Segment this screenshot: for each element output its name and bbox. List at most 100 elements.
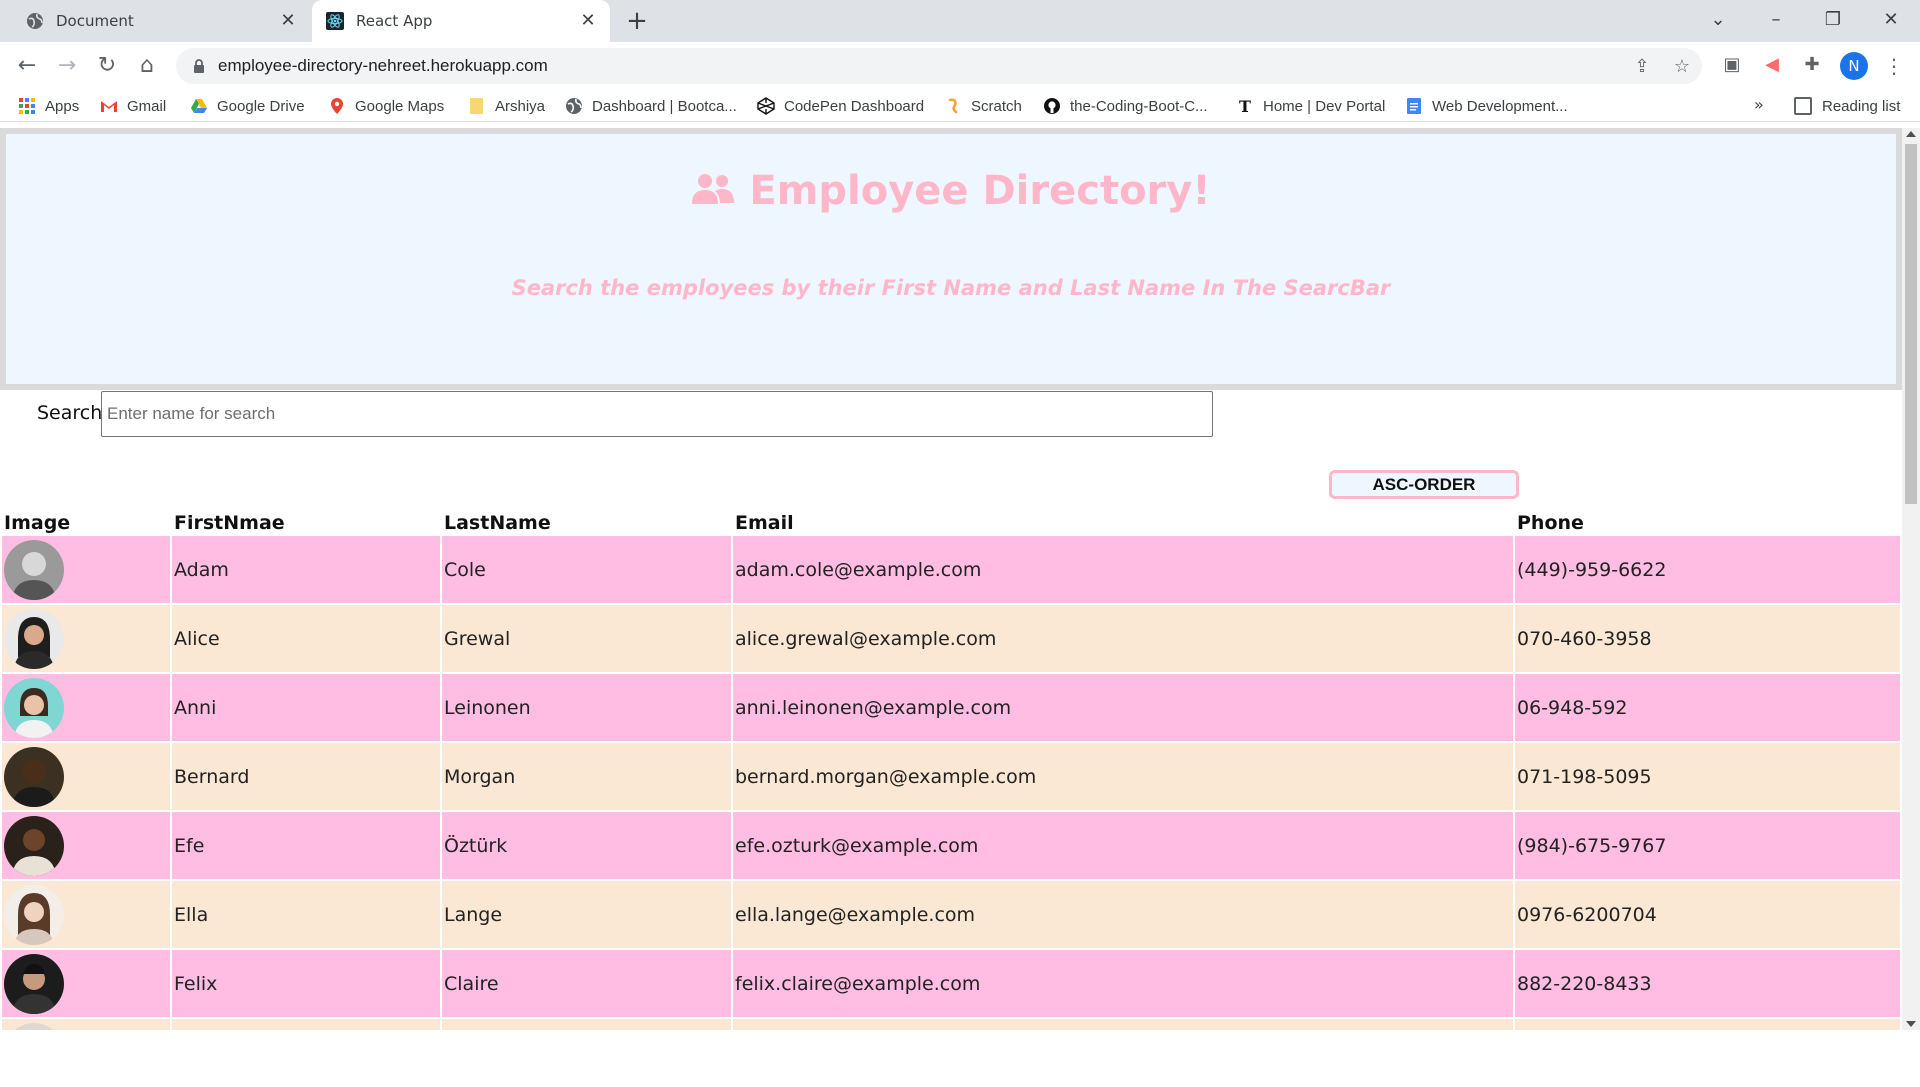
reading-list-button[interactable]: Reading list bbox=[1794, 95, 1900, 117]
first-name-cell: Ella bbox=[172, 881, 440, 948]
phone-cell: 071-198-5095 bbox=[1515, 743, 1900, 810]
table-header-row: Image FirstNmae LastName Email Phone bbox=[2, 504, 1900, 534]
bookmark-gmail[interactable]: Gmail bbox=[100, 95, 166, 117]
page-subtitle: Search the employees by their First Name… bbox=[511, 276, 1391, 300]
email-cell: efe.ozturk@example.com bbox=[733, 812, 1513, 879]
email-cell: felix.claire@example.com bbox=[733, 950, 1513, 1017]
bookmark-codepen[interactable]: CodePen Dashboard bbox=[757, 95, 924, 117]
bookmark-arshiya[interactable]: Arshiya bbox=[468, 95, 545, 117]
bookmark-github-bootcamp[interactable]: the-Coding-Boot-C... bbox=[1043, 95, 1208, 117]
table-row: Adam Cole adam.cole@example.com (449)-95… bbox=[2, 536, 1900, 603]
react-logo-icon bbox=[326, 12, 344, 30]
email-cell: bernard.morgan@example.com bbox=[733, 743, 1513, 810]
forward-icon[interactable]: → bbox=[53, 52, 81, 80]
header-jumbotron: Employee Directory! Search the employees… bbox=[0, 128, 1902, 390]
address-bar[interactable]: employee-directory-nehreet.herokuapp.com… bbox=[176, 48, 1702, 84]
page-viewport: Employee Directory! Search the employees… bbox=[0, 128, 1902, 1030]
email-cell: alice.grewal@example.com bbox=[733, 605, 1513, 672]
google-drive-icon bbox=[191, 99, 207, 113]
avatar bbox=[4, 746, 64, 807]
puzzle-icon[interactable]: ✚ bbox=[1800, 53, 1824, 77]
bookmark-google-drive[interactable]: Google Drive bbox=[190, 95, 305, 117]
column-header-image: Image bbox=[4, 512, 71, 534]
table-row bbox=[2, 1019, 1900, 1030]
sort-order-button[interactable]: ASC-ORDER bbox=[1329, 470, 1519, 499]
bookmark-web-development[interactable]: Web Development... bbox=[1405, 95, 1568, 117]
search-label: Search: bbox=[37, 402, 109, 424]
bookmark-scratch[interactable]: Scratch bbox=[944, 95, 1022, 117]
table-row: Bernard Morgan bernard.morgan@example.co… bbox=[2, 743, 1900, 810]
bookmark-apps[interactable]: Apps bbox=[18, 95, 79, 117]
minimize-icon[interactable]: – bbox=[1761, 6, 1791, 34]
image-cell bbox=[2, 950, 170, 1017]
tab-title: Document bbox=[56, 12, 134, 30]
first-name-cell: Adam bbox=[172, 536, 440, 603]
column-header-first-name: FirstNmae bbox=[174, 512, 285, 534]
scratch-icon bbox=[948, 98, 958, 114]
bookmark-dev-portal[interactable]: T Home | Dev Portal bbox=[1236, 95, 1385, 117]
last-name-cell bbox=[442, 1019, 731, 1030]
browser-toolbar: ← → ↻ ⌂ employee-directory-nehreet.herok… bbox=[0, 42, 1920, 90]
bookmark-label: the-Coding-Boot-C... bbox=[1070, 97, 1208, 115]
email-cell: anni.leinonen@example.com bbox=[733, 674, 1513, 741]
window-bottom-area bbox=[0, 1030, 1920, 1087]
reading-list-label: Reading list bbox=[1822, 97, 1901, 115]
back-icon[interactable]: ← bbox=[13, 52, 41, 80]
menu-icon[interactable]: ⋮ bbox=[1884, 52, 1904, 80]
bookmark-label: CodePen Dashboard bbox=[784, 97, 925, 115]
tab-document[interactable]: Document ✕ bbox=[12, 0, 310, 42]
close-tab-icon[interactable]: ✕ bbox=[578, 11, 598, 31]
bookmark-label: Web Development... bbox=[1432, 97, 1568, 115]
reload-icon[interactable]: ↻ bbox=[93, 52, 121, 80]
bookmark-label: Apps bbox=[45, 97, 80, 115]
last-name-cell: Claire bbox=[442, 950, 731, 1017]
last-name-cell: Morgan bbox=[442, 743, 731, 810]
email-cell bbox=[733, 1019, 1513, 1030]
svg-text:T: T bbox=[1239, 97, 1251, 115]
phone-cell: (449)-959-6622 bbox=[1515, 536, 1900, 603]
close-window-icon[interactable]: ✕ bbox=[1876, 6, 1906, 34]
star-icon[interactable]: ☆ bbox=[1672, 57, 1692, 77]
bookmark-google-maps[interactable]: Google Maps bbox=[328, 95, 444, 117]
column-header-phone: Phone bbox=[1517, 512, 1584, 534]
scroll-up-icon[interactable] bbox=[1906, 131, 1916, 137]
tab-strip: Document ✕ React App ✕ + ⌄ – ❐ ✕ bbox=[0, 0, 1920, 42]
avatar bbox=[4, 1022, 64, 1030]
phone-cell bbox=[1515, 1019, 1900, 1030]
extension-icon[interactable]: ▣ bbox=[1720, 53, 1744, 77]
scrollbar-thumb[interactable] bbox=[1905, 144, 1917, 504]
reading-list-icon bbox=[1794, 97, 1812, 115]
avatar bbox=[4, 677, 64, 738]
share-icon[interactable]: ⇪ bbox=[1632, 57, 1652, 77]
scroll-down-icon[interactable] bbox=[1906, 1021, 1916, 1027]
image-cell bbox=[2, 881, 170, 948]
tab-title: React App bbox=[356, 12, 433, 30]
first-name-cell bbox=[172, 1019, 440, 1030]
bookmark-dashboard-bootcamp[interactable]: Dashboard | Bootca... bbox=[565, 95, 737, 117]
tab-react-app[interactable]: React App ✕ bbox=[312, 0, 610, 42]
search-input[interactable] bbox=[101, 391, 1213, 437]
phone-cell: 0976-6200704 bbox=[1515, 881, 1900, 948]
home-icon[interactable]: ⌂ bbox=[133, 52, 161, 80]
last-name-cell: Grewal bbox=[442, 605, 731, 672]
close-tab-icon[interactable]: ✕ bbox=[278, 11, 298, 31]
bookmark-label: Home | Dev Portal bbox=[1263, 97, 1386, 115]
employee-table: Image FirstNmae LastName Email Phone Ada… bbox=[0, 502, 1902, 1030]
first-name-cell: Felix bbox=[172, 950, 440, 1017]
phone-cell: 070-460-3958 bbox=[1515, 605, 1900, 672]
last-name-cell: Lange bbox=[442, 881, 731, 948]
last-name-cell: Leinonen bbox=[442, 674, 731, 741]
table-row: Felix Claire felix.claire@example.com 88… bbox=[2, 950, 1900, 1017]
gmail-icon bbox=[101, 101, 117, 112]
tab-search-chevron-icon[interactable]: ⌄ bbox=[1703, 6, 1733, 34]
globe-icon bbox=[566, 98, 582, 114]
avatar bbox=[4, 539, 64, 600]
more-bookmarks-icon[interactable]: » bbox=[1754, 95, 1764, 114]
table-row: Anni Leinonen anni.leinonen@example.com … bbox=[2, 674, 1900, 741]
page-scrollbar[interactable] bbox=[1902, 128, 1920, 1030]
avatar[interactable]: N bbox=[1840, 52, 1868, 80]
phone-cell: (984)-675-9767 bbox=[1515, 812, 1900, 879]
new-tab-icon[interactable]: + bbox=[624, 8, 650, 34]
restore-icon[interactable]: ❐ bbox=[1818, 6, 1848, 34]
screencast-extension-icon[interactable]: ◀ bbox=[1760, 53, 1784, 77]
